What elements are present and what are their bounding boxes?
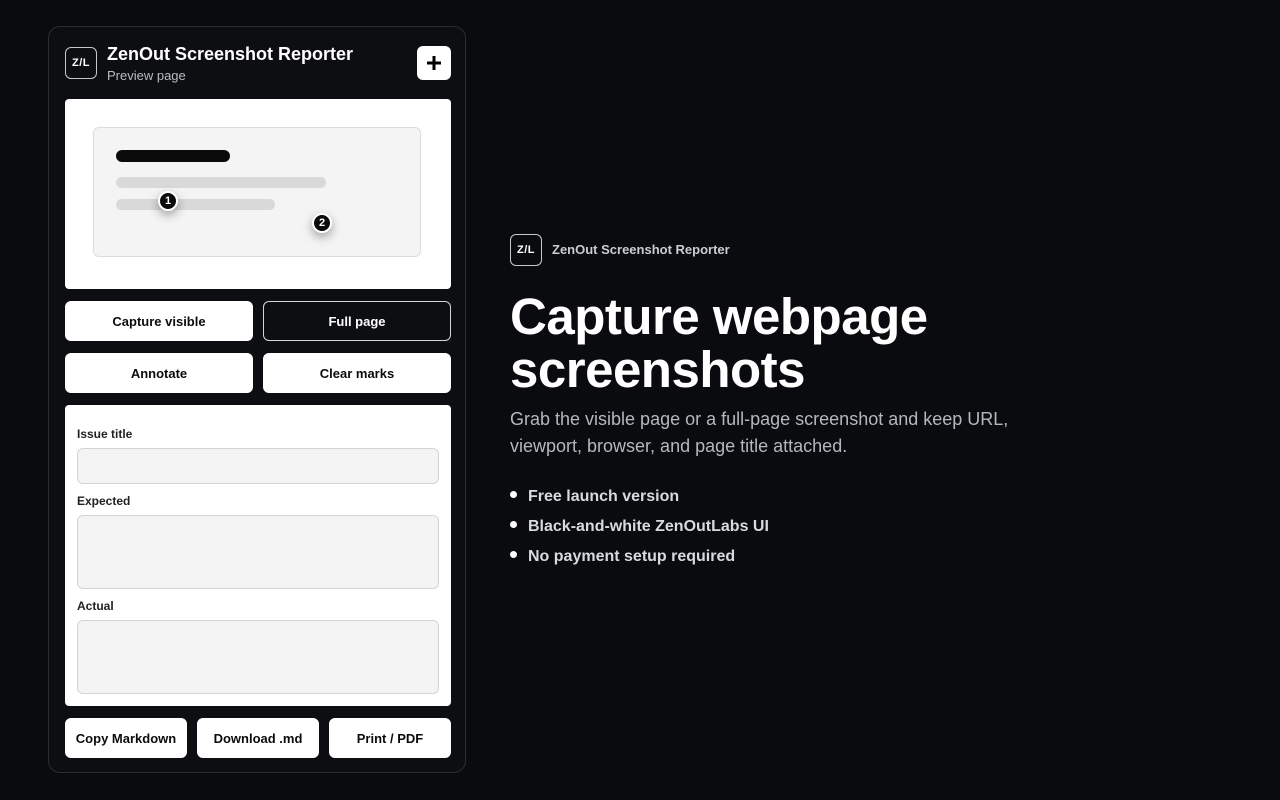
preview-text-line [116,199,275,210]
issue-title-input[interactable] [77,448,439,484]
feature-label: No payment setup required [528,548,736,565]
annotate-button[interactable]: Annotate [65,353,253,393]
bullet-icon [510,521,517,529]
hero-brand-name: ZenOut Screenshot Reporter [552,242,730,257]
issue-form: Issue title Expected Actual [65,405,451,706]
feature-item: Free launch version [510,488,679,506]
hero-description: Grab the visible page or a full-page scr… [510,409,1009,456]
expected-label: Expected [77,494,131,508]
new-report-button[interactable] [417,46,451,80]
feature-label: Black-and-white ZenOutLabs UI [528,518,769,535]
annotation-marker-1[interactable]: 1 [158,191,178,211]
capture-visible-button[interactable]: Capture visible [65,301,253,341]
zenout-logo: Z/L [65,47,97,79]
download-md-button[interactable]: Download .md [197,718,319,758]
copy-markdown-button[interactable]: Copy Markdown [65,718,187,758]
bullet-icon [510,551,517,559]
plus-icon [427,56,441,70]
feature-label: Free launch version [528,488,680,505]
clear-marks-button[interactable]: Clear marks [263,353,451,393]
preview-heading-bar [116,150,230,162]
hero-headline: Capture webpage screenshots [510,288,928,398]
extension-popup: Z/L ZenOut Screenshot Reporter Preview p… [48,26,466,773]
annotation-marker-2[interactable]: 2 [312,213,332,233]
expected-textarea[interactable] [77,515,439,589]
feature-item: Black-and-white ZenOutLabs UI [510,518,769,536]
hero-logo: Z/L [510,234,542,266]
actual-textarea[interactable] [77,620,439,694]
full-page-button[interactable]: Full page [263,301,451,341]
popup-title: ZenOut Screenshot Reporter [107,44,354,64]
preview-page-mock: 1 2 [93,127,421,257]
actual-label: Actual [77,599,114,613]
bullet-icon [510,491,517,499]
feature-item: No payment setup required [510,548,735,566]
popup-subtitle: Preview page [107,68,186,83]
preview-text-line [116,177,326,188]
print-pdf-button[interactable]: Print / PDF [329,718,451,758]
issue-title-label: Issue title [77,427,133,441]
screenshot-preview: 1 2 [65,99,451,289]
